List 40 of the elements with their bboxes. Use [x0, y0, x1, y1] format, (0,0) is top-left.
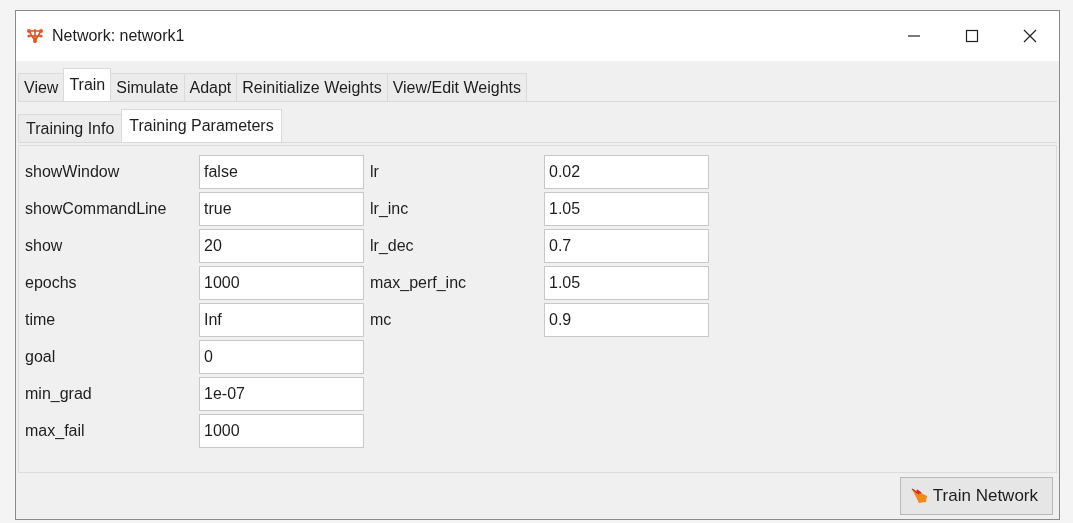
network-icon: [26, 27, 44, 45]
parameter-label: showWindow: [25, 162, 121, 182]
input-field[interactable]: 0.9: [544, 303, 709, 337]
train-network-button[interactable]: Train Network: [899, 477, 1053, 515]
input-field[interactable]: 1000: [199, 266, 364, 300]
window-title: Network: network1: [52, 27, 185, 45]
parameter-label: lr_dec: [370, 236, 415, 256]
tab[interactable]: Train: [63, 68, 112, 101]
tab[interactable]: Training Info: [18, 114, 123, 142]
input-field[interactable]: 0.7: [544, 229, 709, 263]
parameter-label: min_grad: [25, 384, 93, 404]
input-field[interactable]: 1000: [199, 414, 364, 448]
input-field[interactable]: 1.05: [544, 192, 709, 226]
input-field[interactable]: 1.05: [544, 266, 709, 300]
tab[interactable]: Simulate: [110, 73, 185, 101]
tab[interactable]: Training Parameters: [121, 109, 282, 142]
parameter-label: lr_inc: [370, 199, 410, 219]
close-icon: [1023, 29, 1037, 43]
parameter-label: max_perf_inc: [370, 273, 468, 293]
tab[interactable]: View/Edit Weights: [386, 73, 527, 101]
maximize-icon: [965, 29, 979, 43]
parameter-label: goal: [25, 347, 57, 367]
parameter-label: lr: [370, 162, 380, 182]
input-field[interactable]: 0: [199, 340, 364, 374]
input-field[interactable]: false: [199, 155, 364, 189]
tab[interactable]: Adapt: [183, 73, 238, 101]
input-field[interactable]: 0.02: [544, 155, 709, 189]
parameter-label: time: [25, 310, 57, 330]
parameter-label: mc: [370, 310, 393, 330]
parameter-label: max_fail: [25, 421, 86, 441]
input-field[interactable]: Inf: [199, 303, 364, 337]
parameter-label: epochs: [25, 273, 78, 293]
tab[interactable]: Reinitialize Weights: [236, 73, 388, 101]
flame-icon: [910, 488, 929, 504]
input-field[interactable]: true: [199, 192, 364, 226]
parameter-label: showCommandLine: [25, 199, 168, 219]
input-field[interactable]: 1e-07: [199, 377, 364, 411]
tab[interactable]: View: [18, 73, 65, 101]
parameter-label: show: [25, 236, 64, 256]
input-field[interactable]: 20: [199, 229, 364, 263]
